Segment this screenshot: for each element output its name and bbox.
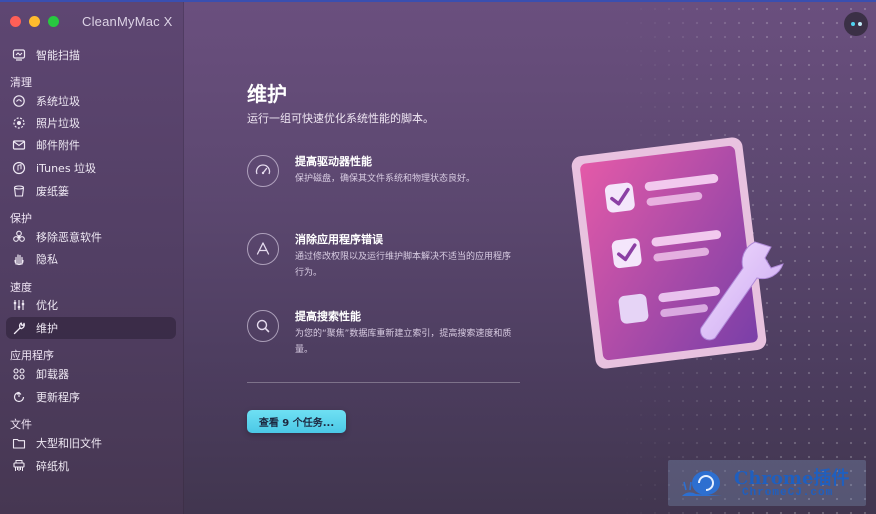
view-tasks-button[interactable]: 查看 9 个任务... <box>247 410 346 433</box>
assistant-dot-icon <box>850 22 855 26</box>
sidebar-section-applications: 应用程序 <box>10 349 54 362</box>
snail-logo-icon <box>682 471 722 496</box>
system-junk-icon <box>12 94 26 108</box>
app-store-icon <box>247 233 279 265</box>
sidebar-item-large-old-files[interactable]: 大型和旧文件 <box>6 432 176 454</box>
sidebar-item-label: 卸载器 <box>36 368 69 381</box>
feature-title: 提高驱动器性能 <box>295 155 372 168</box>
sidebar-section-speed: 速度 <box>10 281 32 294</box>
window-controls <box>10 16 59 27</box>
feature-title: 提高搜索性能 <box>295 310 361 323</box>
page-subtitle: 运行一组可快速优化系统性能的脚本。 <box>247 112 434 125</box>
sidebar-section-files: 文件 <box>10 418 32 431</box>
app-title: CleanMyMac X <box>82 14 173 29</box>
sidebar-item-label: 移除恶意软件 <box>36 231 102 244</box>
page-title: 维护 <box>247 82 287 106</box>
sidebar-item-shredder[interactable]: 碎纸机 <box>6 455 176 477</box>
sidebar-item-label: 碎纸机 <box>36 460 69 473</box>
sidebar-item-mail-attachments[interactable]: 邮件附件 <box>6 134 176 156</box>
sidebar-item-trash[interactable]: 废纸篓 <box>6 180 176 202</box>
minimize-window-button[interactable] <box>29 16 40 27</box>
trash-icon <box>12 184 26 198</box>
photo-junk-icon <box>12 116 26 130</box>
search-icon <box>247 310 279 342</box>
sidebar-item-uninstaller[interactable]: 卸载器 <box>6 363 176 385</box>
assistant-button[interactable] <box>844 12 868 36</box>
sidebar-item-label: iTunes 垃圾 <box>36 162 97 175</box>
smart-scan-icon <box>12 48 26 62</box>
sidebar-item-system-junk[interactable]: 系统垃圾 <box>6 90 176 112</box>
sidebar-item-label: 维护 <box>36 322 58 335</box>
sidebar-item-label: 智能扫描 <box>36 49 80 62</box>
sidebar-item-updater[interactable]: 更新程序 <box>6 386 176 408</box>
sidebar-section-protection: 保护 <box>10 212 32 225</box>
sidebar-item-malware-removal[interactable]: 移除恶意软件 <box>6 226 176 248</box>
sidebar-item-label: 优化 <box>36 299 58 312</box>
divider <box>247 382 520 383</box>
sidebar-item-optimization[interactable]: 优化 <box>6 294 176 316</box>
sidebar: CleanMyMac X 智能扫描 清理 系统垃圾 照片垃圾 邮件附件 iTun… <box>0 2 184 514</box>
uninstaller-icon <box>12 367 26 381</box>
sidebar-item-label: 邮件附件 <box>36 139 80 152</box>
sidebar-section-cleanup: 清理 <box>10 76 32 89</box>
wrench-icon <box>12 321 26 335</box>
gauge-icon <box>247 155 279 187</box>
sidebar-item-label: 大型和旧文件 <box>36 437 102 450</box>
feature-description: 通过修改权限以及运行维护脚本解决不适当的应用程序行为。 <box>295 252 512 278</box>
sidebar-item-photo-junk[interactable]: 照片垃圾 <box>6 112 176 134</box>
app-window: CleanMyMac X 智能扫描 清理 系统垃圾 照片垃圾 邮件附件 iTun… <box>0 0 876 514</box>
sidebar-item-itunes-junk[interactable]: iTunes 垃圾 <box>6 157 176 179</box>
sidebar-item-maintenance[interactable]: 维护 <box>6 317 176 339</box>
feature-title: 消除应用程序错误 <box>295 233 383 246</box>
shredder-icon <box>12 459 26 473</box>
sidebar-item-label: 更新程序 <box>36 391 80 404</box>
mail-icon <box>12 138 26 152</box>
sidebar-item-smart-scan[interactable]: 智能扫描 <box>6 44 176 66</box>
biohazard-icon <box>12 230 26 244</box>
zoom-window-button[interactable] <box>48 16 59 27</box>
sidebar-item-label: 隐私 <box>36 253 58 266</box>
watermark-subtitle: ChromeCJ.com <box>742 487 834 499</box>
hand-icon <box>12 252 26 266</box>
feature-description: 保护磁盘，确保其文件系统和物理状态良好。 <box>295 174 476 184</box>
sidebar-item-label: 系统垃圾 <box>36 95 80 108</box>
folder-icon <box>12 436 26 450</box>
updater-icon <box>12 390 26 404</box>
assistant-dot-icon <box>857 22 862 26</box>
music-note-icon <box>12 161 26 175</box>
sidebar-item-label: 照片垃圾 <box>36 117 80 130</box>
sliders-icon <box>12 298 26 312</box>
watermark-badge: Chrome插件 ChromeCJ.com <box>668 460 866 506</box>
sidebar-item-privacy[interactable]: 隐私 <box>6 248 176 270</box>
feature-description: 为您的“聚焦”数据库重新建立索引，提高搜索速度和质量。 <box>295 329 512 355</box>
sidebar-item-label: 废纸篓 <box>36 185 69 198</box>
maintenance-clipboard-illustration <box>571 137 784 369</box>
close-window-button[interactable] <box>10 16 21 27</box>
